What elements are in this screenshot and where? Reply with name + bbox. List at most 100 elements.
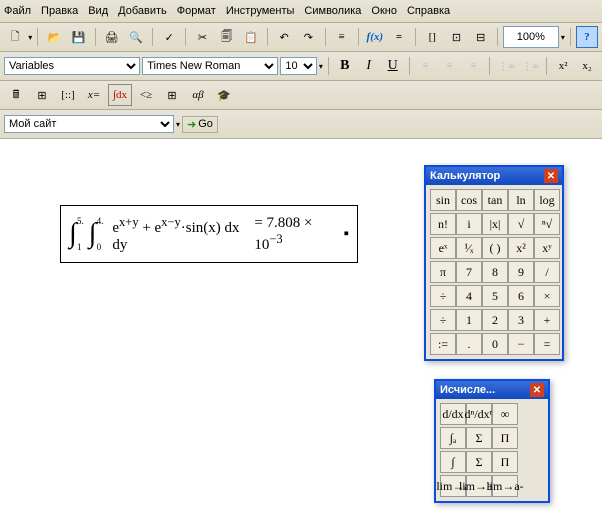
xeq-icon[interactable]: x=	[82, 84, 106, 106]
calc-key[interactable]: n!	[430, 213, 456, 235]
calculus-key[interactable]: ∞	[492, 403, 518, 425]
calc-key[interactable]: 2	[482, 309, 508, 331]
int-icon[interactable]: ∫dx	[108, 84, 132, 106]
graph-icon[interactable]: ⊞	[30, 84, 54, 106]
align-btn[interactable]: ≡	[330, 26, 352, 48]
greek-icon[interactable]: αβ	[186, 84, 210, 106]
calc-key[interactable]: +	[534, 309, 560, 331]
calculus-key[interactable]: Σ	[466, 427, 492, 449]
fx-btn[interactable]: f(x)	[364, 26, 386, 48]
calc-key[interactable]: .	[456, 333, 482, 355]
spell-btn[interactable]: ✓	[158, 26, 180, 48]
calc-key[interactable]: 4	[456, 285, 482, 307]
calculator-panel[interactable]: Калькулятор✕ sincostanlnlogn!i|x|√ⁿ√eˣ¹⁄…	[424, 165, 564, 361]
calc-key[interactable]: 8	[482, 261, 508, 283]
calc-key[interactable]: π	[430, 261, 456, 283]
calc-key[interactable]: cos	[456, 189, 482, 211]
calc-key[interactable]: =	[534, 333, 560, 355]
print-btn[interactable]: 🖨	[101, 26, 123, 48]
undo-btn[interactable]: ↶	[273, 26, 295, 48]
calculus-panel[interactable]: Исчисле...✕ d/dxdⁿ/dxⁿ∞∫ₐΣΠ∫ΣΠlim→alim→a…	[434, 379, 550, 503]
close-icon[interactable]: ✕	[530, 383, 544, 397]
calculus-key[interactable]: d/dx	[440, 403, 466, 425]
list2: ⋮≡	[519, 55, 541, 77]
style-select[interactable]: Variables	[4, 57, 140, 75]
menu-help[interactable]: Справка	[407, 5, 450, 17]
underline-btn[interactable]: U	[382, 55, 404, 77]
eval-btn[interactable]: =	[388, 26, 410, 48]
paste-btn[interactable]: 📋	[240, 26, 262, 48]
menu-tools[interactable]: Инструменты	[226, 5, 295, 17]
close-icon[interactable]: ✕	[544, 169, 558, 183]
calculus-key[interactable]: Π	[492, 427, 518, 449]
calculus-key[interactable]: ∫	[440, 451, 466, 473]
calculus-key[interactable]: lim→a-	[492, 475, 518, 497]
help-btn[interactable]: ?	[576, 26, 598, 48]
brackets-btn[interactable]: []	[421, 26, 443, 48]
brackets3-btn[interactable]: ⊟	[470, 26, 492, 48]
calc-key[interactable]: 6	[508, 285, 534, 307]
calc-key[interactable]: ln	[508, 189, 534, 211]
size-select[interactable]: 10	[280, 57, 316, 75]
calc-key[interactable]: 7	[456, 261, 482, 283]
calc-key[interactable]: /	[534, 261, 560, 283]
calc-key[interactable]: sin	[430, 189, 456, 211]
calc-key[interactable]: ( )	[482, 237, 508, 259]
menu-format[interactable]: Формат	[177, 5, 216, 17]
preview-btn[interactable]: 🔍	[125, 26, 147, 48]
calc-key[interactable]: 5	[482, 285, 508, 307]
calc-key[interactable]: x²	[508, 237, 534, 259]
cut-btn[interactable]: ✂	[191, 26, 213, 48]
ineq-icon[interactable]: <≥	[134, 84, 158, 106]
bold-btn[interactable]: B	[334, 55, 356, 77]
calc-key[interactable]: eˣ	[430, 237, 456, 259]
calc-key[interactable]: ⁿ√	[534, 213, 560, 235]
calc-key[interactable]: i	[456, 213, 482, 235]
calc-key[interactable]: ¹⁄ₓ	[456, 237, 482, 259]
save-btn[interactable]: 💾	[67, 26, 89, 48]
open-btn[interactable]: 📂	[43, 26, 65, 48]
calc-key[interactable]: ÷	[430, 309, 456, 331]
calc-key[interactable]: 1	[456, 309, 482, 331]
calculus-key[interactable]: ∫ₐ	[440, 427, 466, 449]
menu-file[interactable]: Файл	[4, 5, 31, 17]
site-select[interactable]: Мой сайт	[4, 115, 174, 133]
calc-key[interactable]: √	[508, 213, 534, 235]
calc-key[interactable]: 0	[482, 333, 508, 355]
calc-icon[interactable]: 🖩	[4, 84, 28, 106]
matrix-icon[interactable]: [::]	[56, 84, 80, 106]
go-btn[interactable]: ➜Go	[182, 116, 218, 133]
menu-view[interactable]: Вид	[88, 5, 108, 17]
new-btn[interactable]: 🗋	[4, 26, 26, 48]
redo-btn[interactable]: ↷	[297, 26, 319, 48]
menu-window[interactable]: Окно	[371, 5, 397, 17]
calc-key[interactable]: log	[534, 189, 560, 211]
zoom-input[interactable]	[503, 26, 559, 48]
font-select[interactable]: Times New Roman	[142, 57, 278, 75]
sup-btn[interactable]: x²	[552, 55, 574, 77]
calc-key[interactable]: ×	[534, 285, 560, 307]
int2-lower: 0	[97, 242, 102, 252]
calculus-key[interactable]: dⁿ/dxⁿ	[466, 403, 492, 425]
calc-key[interactable]: :=	[430, 333, 456, 355]
brackets2-btn[interactable]: ⊡	[445, 26, 467, 48]
calc-key[interactable]: xʸ	[534, 237, 560, 259]
math-region[interactable]: ∫ 5. 1 ∫ 4. 0 ex+y + ex−y·sin(x) dx dy =…	[60, 205, 358, 263]
calc-key[interactable]: ÷	[430, 285, 456, 307]
copy-btn[interactable]: 🗐	[216, 26, 238, 48]
calc-key[interactable]: −	[508, 333, 534, 355]
calc-key[interactable]: 9	[508, 261, 534, 283]
menu-insert[interactable]: Добавить	[118, 5, 167, 17]
calc-key[interactable]: 3	[508, 309, 534, 331]
cap-icon[interactable]: 🎓	[212, 84, 236, 106]
sub-btn[interactable]: x₂	[576, 55, 598, 77]
calc-key[interactable]: |x|	[482, 213, 508, 235]
menu-symbols[interactable]: Символика	[304, 5, 361, 17]
document-area[interactable]: ∫ 5. 1 ∫ 4. 0 ex+y + ex−y·sin(x) dx dy =…	[0, 139, 602, 528]
calculus-key[interactable]: Σ	[466, 451, 492, 473]
calc-key[interactable]: tan	[482, 189, 508, 211]
calculus-key[interactable]: Π	[492, 451, 518, 473]
menu-edit[interactable]: Правка	[41, 5, 78, 17]
prog-icon[interactable]: ⊞	[160, 84, 184, 106]
italic-btn[interactable]: I	[358, 55, 380, 77]
